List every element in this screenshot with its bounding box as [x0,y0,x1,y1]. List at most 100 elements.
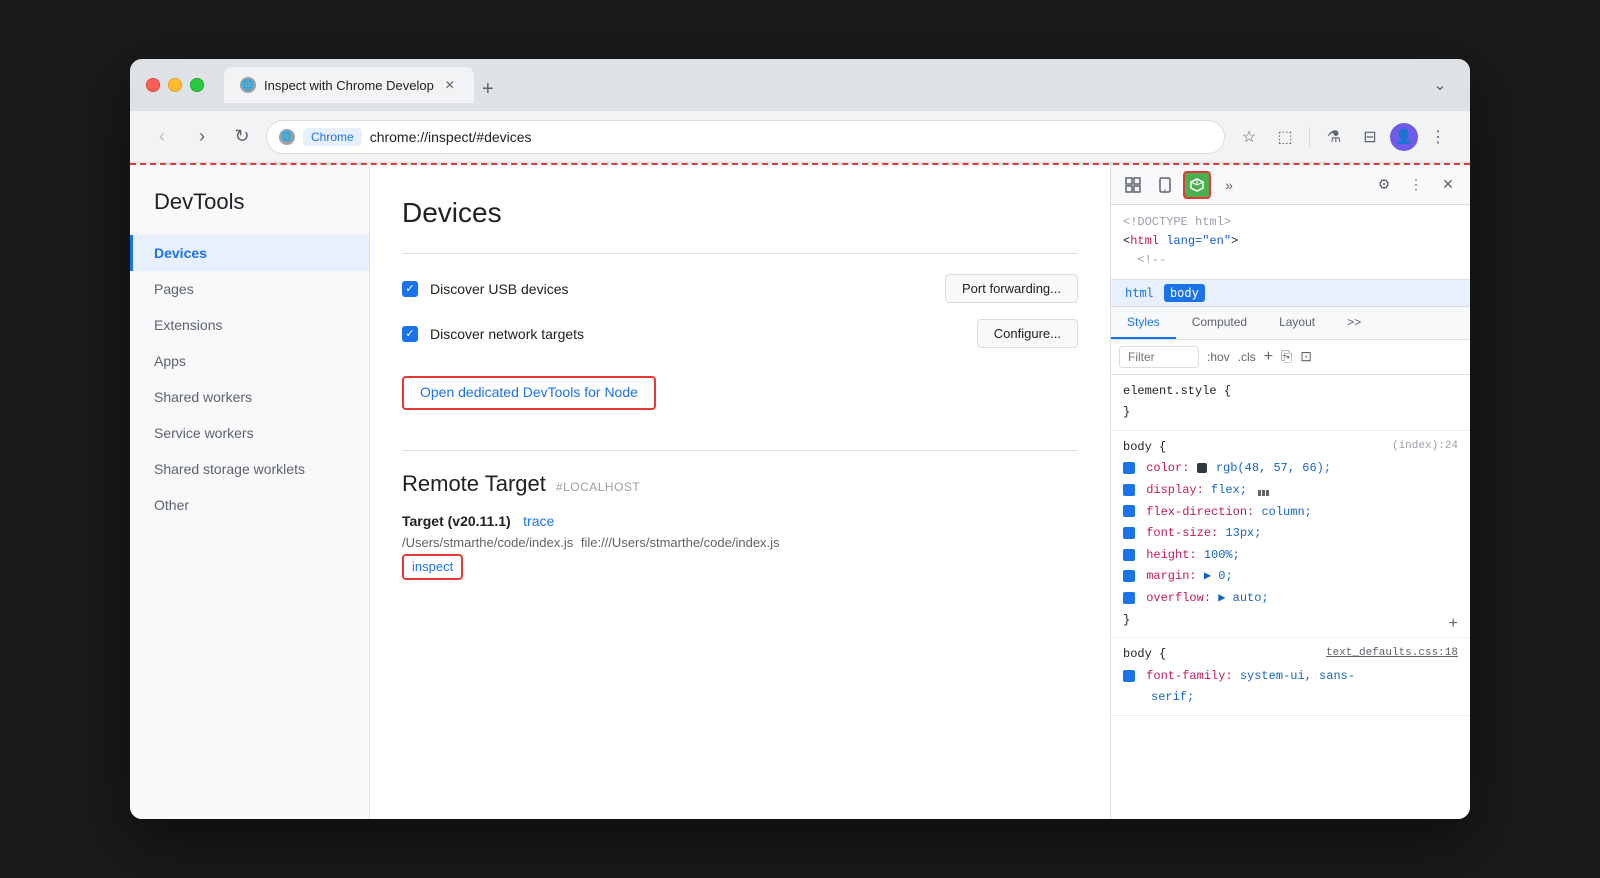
inspect-element-button[interactable] [1119,171,1147,199]
page-content: DevTools Devices Pages Extensions Apps S… [130,165,1110,819]
target-path-row: /Users/stmarthe/code/index.js file:///Us… [402,535,1078,550]
sidebar-item-label: Service workers [154,425,254,441]
html-line-comment: <!-- [1123,251,1458,270]
menu-button[interactable]: ⋮ [1422,121,1454,153]
traffic-lights [146,78,204,92]
html-line-html: <html lang="en"> [1123,232,1458,251]
styles-panel: element.style { } body { (index):24 colo… [1111,375,1470,819]
body-selector-row-2: body { text_defaults.css:18 [1123,644,1458,666]
prop-val: rgb(48, 57, 66); [1216,461,1331,475]
port-forwarding-button[interactable]: Port forwarding... [945,274,1078,303]
window-minimize-button[interactable]: ⌄ [1426,71,1454,99]
prop-val: 100%; [1204,548,1240,562]
copy-styles-button[interactable]: ⎘ [1281,348,1292,365]
prop-name: display: [1146,483,1204,497]
sidebar-item-shared-storage[interactable]: Shared storage worklets [130,451,369,487]
extension-button[interactable]: ⬚ [1269,121,1301,153]
network-label: Discover network targets [430,326,965,342]
prop-val: ▶ 0; [1204,569,1233,583]
usb-checkbox[interactable] [402,281,418,297]
divider [402,253,1078,254]
configure-button[interactable]: Configure... [977,319,1078,348]
prop-checkbox[interactable] [1123,527,1135,539]
profile-icon[interactable]: 👤 [1390,123,1418,151]
settings-button[interactable]: ⚙ [1370,171,1398,199]
styles-filter-input[interactable] [1119,346,1199,368]
prop-checkbox[interactable] [1123,484,1135,496]
prop-val: column; [1261,505,1311,519]
sidebar: DevTools Devices Pages Extensions Apps S… [130,165,370,819]
prop-name: height: [1146,548,1196,562]
node-link-box: Open dedicated DevTools for Node [402,376,656,410]
body-source-2[interactable]: text_defaults.css:18 [1326,644,1458,664]
node-devtools-link[interactable]: Open dedicated DevTools for Node [420,384,638,400]
tab-close-button[interactable]: ✕ [442,77,458,93]
styles-filter-bar: :hov .cls + ⎘ ⊡ [1111,340,1470,375]
3d-view-button[interactable] [1183,171,1211,199]
back-button[interactable]: ‹ [146,121,178,153]
tab-bar: 🌐 Inspect with Chrome Develop ✕ + [224,67,1414,103]
html-breadcrumb[interactable]: html [1119,284,1160,302]
trace-link[interactable]: trace [523,513,554,529]
close-devtools-button[interactable]: ✕ [1434,171,1462,199]
sidebar-item-shared-workers[interactable]: Shared workers [130,379,369,415]
sidebar-item-label: Devices [154,245,207,261]
body-breadcrumb[interactable]: body [1164,284,1205,302]
style-prop-color: color: rgb(48, 57, 66); [1123,458,1458,480]
more-tools-button[interactable]: » [1215,171,1243,199]
address-bar[interactable]: 🌐 Chrome chrome://inspect/#devices [266,120,1225,154]
sidebar-item-label: Pages [154,281,194,297]
breadcrumb-tabs: html body [1111,280,1470,307]
style-prop-margin: margin: ▶ 0; [1123,566,1458,588]
prop-checkbox[interactable] [1123,592,1135,604]
prop-checkbox[interactable] [1123,549,1135,561]
devtools-toolbar: » ⚙ ⋮ ✕ [1111,165,1470,205]
toggle-sidebar-button[interactable]: ⊡ [1300,348,1312,365]
body-source-1: (index):24 [1392,437,1458,457]
target-title-row: Target (v20.11.1) trace [402,513,1078,531]
prop-checkbox[interactable] [1123,670,1135,682]
add-rule-button[interactable]: + [1264,348,1273,366]
toolbar-icons: ☆ ⬚ ⚗ ⊟ 👤 ⋮ [1233,121,1454,153]
close-window-button[interactable] [146,78,160,92]
tab-more[interactable]: >> [1331,307,1377,339]
sidebar-item-label: Shared workers [154,389,252,405]
tab-layout[interactable]: Layout [1263,307,1331,339]
minimize-window-button[interactable] [168,78,182,92]
inspect-link[interactable]: inspect [412,559,453,574]
element-style-selector: element.style { [1123,384,1231,398]
sidebar-item-service-workers[interactable]: Service workers [130,415,369,451]
device-mode-button[interactable] [1151,171,1179,199]
add-property-button[interactable]: + [1448,610,1458,639]
sidebar-item-devices[interactable]: Devices [130,235,369,271]
tab-styles[interactable]: Styles [1111,307,1176,339]
more-options-button[interactable]: ⋮ [1402,171,1430,199]
prop-checkbox[interactable] [1123,505,1135,517]
prop-checkbox[interactable] [1123,462,1135,474]
reload-button[interactable]: ↻ [226,121,258,153]
prop-name: font-family: [1146,669,1232,683]
prop-checkbox[interactable] [1123,570,1135,582]
pseudo-filter[interactable]: :hov [1207,350,1230,364]
style-prop-font-size: font-size: 13px; [1123,523,1458,545]
maximize-window-button[interactable] [190,78,204,92]
sidebar-item-other[interactable]: Other [130,487,369,523]
prop-name: font-size: [1146,526,1218,540]
chrome-badge: Chrome [303,128,362,146]
new-tab-button[interactable]: + [474,75,502,103]
address-url: chrome://inspect/#devices [370,129,532,145]
sidebar-item-apps[interactable]: Apps [130,343,369,379]
network-checkbox[interactable] [402,326,418,342]
bookmark-button[interactable]: ☆ [1233,121,1265,153]
sidebar-item-pages[interactable]: Pages [130,271,369,307]
class-filter[interactable]: .cls [1238,350,1256,364]
nav-bar: ‹ › ↻ 🌐 Chrome chrome://inspect/#devices… [130,111,1470,163]
tab-computed[interactable]: Computed [1176,307,1263,339]
active-tab[interactable]: 🌐 Inspect with Chrome Develop ✕ [224,67,474,103]
forward-button[interactable]: › [186,121,218,153]
sidebar-item-extensions[interactable]: Extensions [130,307,369,343]
prop-name: margin: [1146,569,1196,583]
html-line-doctype: <!DOCTYPE html> [1123,213,1458,232]
devtools-button[interactable]: ⚗ [1318,121,1350,153]
split-button[interactable]: ⊟ [1354,121,1386,153]
